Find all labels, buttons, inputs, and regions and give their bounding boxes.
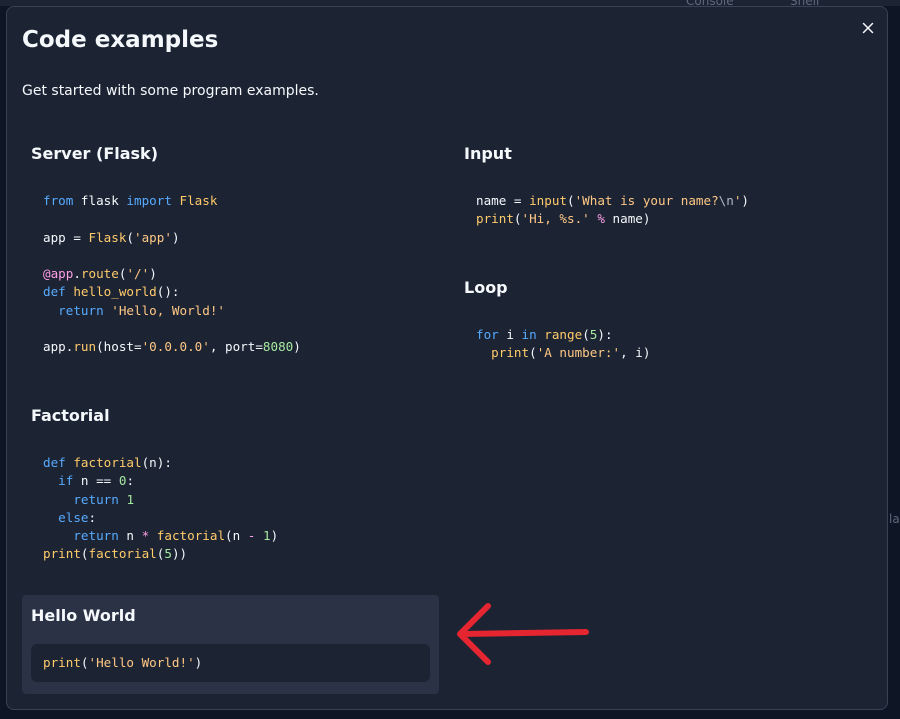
background-edge-text: la [889,512,900,526]
modal-subtitle: Get started with some program examples. [22,83,319,99]
code-block: from flask import Flask app = Flask('app… [31,182,430,367]
code-line: return 'Hello, World!' [58,302,225,318]
example-card-flask[interactable]: Server (Flask) from flask import Flask a… [22,133,439,377]
code-line: def hello_world(): [43,284,180,300]
code-line: for i in range(5): [476,327,613,342]
example-card-hello-world[interactable]: Hello World print('Hello World!') [22,595,439,694]
code-line: else: [58,509,97,525]
example-title: Loop [464,278,508,297]
code-line: print('Hi, %s.' % name) [476,211,651,227]
example-title: Factorial [31,406,110,425]
example-title: Input [464,144,512,163]
code-line: @app.route('/') [43,266,157,282]
code-line: return 1 [73,491,135,507]
code-block: def factorial(n): if n == 0: return 1 el… [31,444,430,574]
close-button[interactable] [857,17,879,39]
code-block: name = input('What is your name?\n') pri… [464,182,863,239]
code-line: if n == 0: [58,473,135,489]
code-examples-modal: Code examples Get started with some prog… [6,6,888,710]
code-line: from flask import Flask [43,193,218,208]
code-line: print('Hello World!') [43,655,203,670]
example-title: Server (Flask) [31,144,159,163]
modal-title: Code examples [22,27,219,53]
code-line: app.run(host='0.0.0.0', port=8080) [43,339,301,355]
code-line: return n * factorial(n - 1) [73,528,279,544]
annotation-arrow-icon [457,603,589,665]
example-title: Hello World [31,606,136,625]
code-block: print('Hello World!') [31,644,430,683]
code-line: print('A number:', i) [491,345,651,361]
code-line: app = Flask('app') [43,229,180,245]
code-line: print(factorial(5)) [43,546,188,562]
example-card-loop[interactable]: Loop for i in range(5): print('A number:… [455,267,872,383]
code-line: name = input('What is your name?\n') [476,193,750,208]
code-block: for i in range(5): print('A number:', i) [464,316,863,373]
code-line: def factorial(n): [43,455,172,470]
close-icon [862,22,874,34]
example-card-input[interactable]: Input name = input('What is your name?\n… [455,133,872,249]
example-card-factorial[interactable]: Factorial def factorial(n): if n == 0: r… [22,395,439,584]
